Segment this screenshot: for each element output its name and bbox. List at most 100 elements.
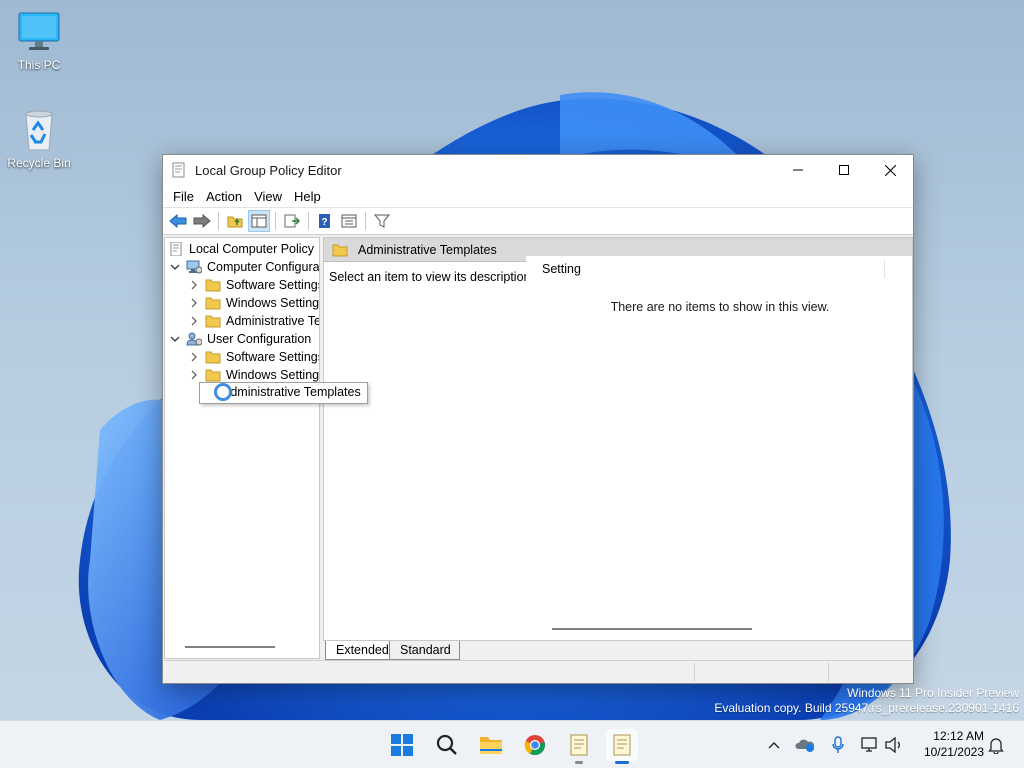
chevron-down-icon[interactable] [170, 334, 180, 344]
back-button[interactable] [167, 210, 189, 232]
tree-item-administrative-templates[interactable]: Administrative Te [189, 312, 319, 330]
group-policy-editor-window: Local Group Policy Editor File Action Vi… [162, 154, 914, 684]
microphone-icon [832, 736, 844, 753]
microphone-tray[interactable] [828, 735, 848, 755]
properties-icon [341, 214, 357, 228]
monitor-icon [16, 10, 62, 54]
close-icon [884, 164, 896, 176]
horizontal-scrollbar[interactable] [552, 628, 752, 630]
search-icon [436, 734, 457, 755]
network-tray[interactable] [860, 735, 880, 755]
svg-text:?: ? [321, 217, 327, 228]
tree-item-local-computer-policy[interactable]: Local Computer Policy [168, 240, 314, 258]
chrome-icon [524, 735, 545, 756]
tree-item-computer-configuration[interactable]: Computer Configura [170, 258, 320, 276]
maximize-button[interactable] [821, 155, 867, 185]
user-config-icon [186, 332, 202, 346]
tree-item-label: Computer Configura [207, 260, 320, 274]
group-policy-editor-icon [613, 734, 631, 756]
menu-view[interactable]: View [248, 189, 288, 204]
watermark-line: Evaluation copy. Build 25947.rs_prerelea… [714, 701, 1019, 715]
taskbar-file-explorer[interactable] [475, 729, 507, 761]
start-icon [391, 734, 413, 756]
toolbar-separator [308, 212, 309, 230]
tree-item-label: Windows Setting [226, 296, 320, 310]
chevron-right-icon[interactable] [189, 352, 199, 362]
search-button[interactable] [431, 729, 463, 761]
horizontal-scrollbar[interactable] [185, 646, 275, 648]
column-divider[interactable] [884, 260, 885, 278]
speaker-icon [885, 737, 900, 753]
chevron-up-icon [768, 742, 780, 749]
status-segment [694, 663, 695, 681]
tab-standard[interactable]: Standard [389, 641, 460, 660]
chevron-down-icon[interactable] [170, 262, 180, 272]
back-arrow-icon [169, 214, 187, 228]
title-bar[interactable]: Local Group Policy Editor [163, 155, 913, 185]
status-segment [828, 663, 829, 681]
toolbar-separator [275, 212, 276, 230]
filter-icon [374, 214, 390, 228]
window-title: Local Group Policy Editor [195, 162, 342, 178]
taskbar-group-policy-editor[interactable] [606, 729, 638, 764]
tree-item-windows-settings[interactable]: Windows Setting [189, 294, 319, 312]
tree-item-label: Windows Setting [226, 368, 320, 382]
desktop-icon-recycle-bin[interactable]: Recycle Bin [0, 108, 78, 170]
volume-tray[interactable] [884, 735, 904, 755]
start-button[interactable] [386, 729, 418, 761]
show-hide-tree-icon [251, 214, 267, 228]
policy-doc-icon [170, 242, 182, 256]
menu-file[interactable]: File [167, 189, 200, 204]
tab-extended[interactable]: Extended [325, 641, 398, 660]
tree-item-software-settings[interactable]: Software Settings [189, 348, 319, 366]
list-header: Setting [526, 256, 912, 282]
desktop-icon-this-pc[interactable]: This PC [0, 10, 78, 72]
file-explorer-icon [480, 737, 502, 754]
tree-item-user-configuration[interactable]: User Configuration [170, 330, 311, 348]
tree-pane[interactable]: Local Computer Policy Computer Configura… [164, 237, 320, 659]
show-hidden-icons-button[interactable] [764, 735, 784, 755]
menu-action[interactable]: Action [200, 189, 248, 204]
status-bar [164, 660, 912, 682]
properties-button[interactable] [338, 210, 360, 232]
minimize-button[interactable] [775, 155, 821, 185]
chevron-right-icon[interactable] [189, 370, 199, 380]
export-list-button[interactable] [281, 210, 303, 232]
settings-list[interactable]: Setting There are no items to show in th… [526, 256, 912, 640]
menu-help[interactable]: Help [288, 189, 327, 204]
chevron-right-icon[interactable] [189, 280, 199, 290]
chevron-right-icon[interactable] [189, 298, 199, 308]
show-hide-tree-button[interactable] [248, 210, 270, 232]
forward-arrow-icon [193, 214, 211, 228]
help-button[interactable]: ? [314, 210, 336, 232]
column-header-setting[interactable]: Setting [542, 262, 581, 276]
desktop-icon-label: Recycle Bin [7, 156, 71, 170]
chevron-right-icon[interactable] [189, 316, 199, 326]
notepad-icon [570, 734, 588, 756]
close-button[interactable] [867, 155, 913, 185]
notification-button[interactable] [986, 735, 1006, 755]
help-icon: ? [319, 214, 330, 228]
clock-date: 10/21/2023 [923, 745, 984, 759]
filter-button[interactable] [371, 210, 393, 232]
watermark-line: Windows 11 Pro Insider Preview [847, 686, 1019, 700]
notification-bell-icon [988, 738, 1004, 754]
maximize-icon [839, 165, 849, 175]
folder-icon [205, 351, 221, 364]
toolbar-separator [218, 212, 219, 230]
system-clock[interactable]: 12:12 AM 10/21/2023 [912, 728, 984, 760]
policy-doc-icon [172, 162, 185, 178]
desktop-icon-label: This PC [17, 58, 61, 72]
up-folder-icon [227, 216, 243, 228]
forward-button[interactable] [191, 210, 213, 232]
taskbar-notepad[interactable] [563, 729, 595, 764]
up-one-level-button[interactable] [224, 210, 246, 232]
onedrive-tray[interactable] [795, 735, 815, 755]
tree-item-software-settings[interactable]: Software Settings [189, 276, 319, 294]
computer-config-icon [186, 260, 202, 274]
busy-cursor-icon [214, 383, 232, 401]
folder-icon [205, 297, 221, 310]
taskbar-chrome[interactable] [519, 729, 551, 761]
description-text: Select an item to view its description. [329, 270, 534, 284]
build-watermark: Windows 11 Pro Insider Preview Evaluatio… [714, 686, 1019, 716]
